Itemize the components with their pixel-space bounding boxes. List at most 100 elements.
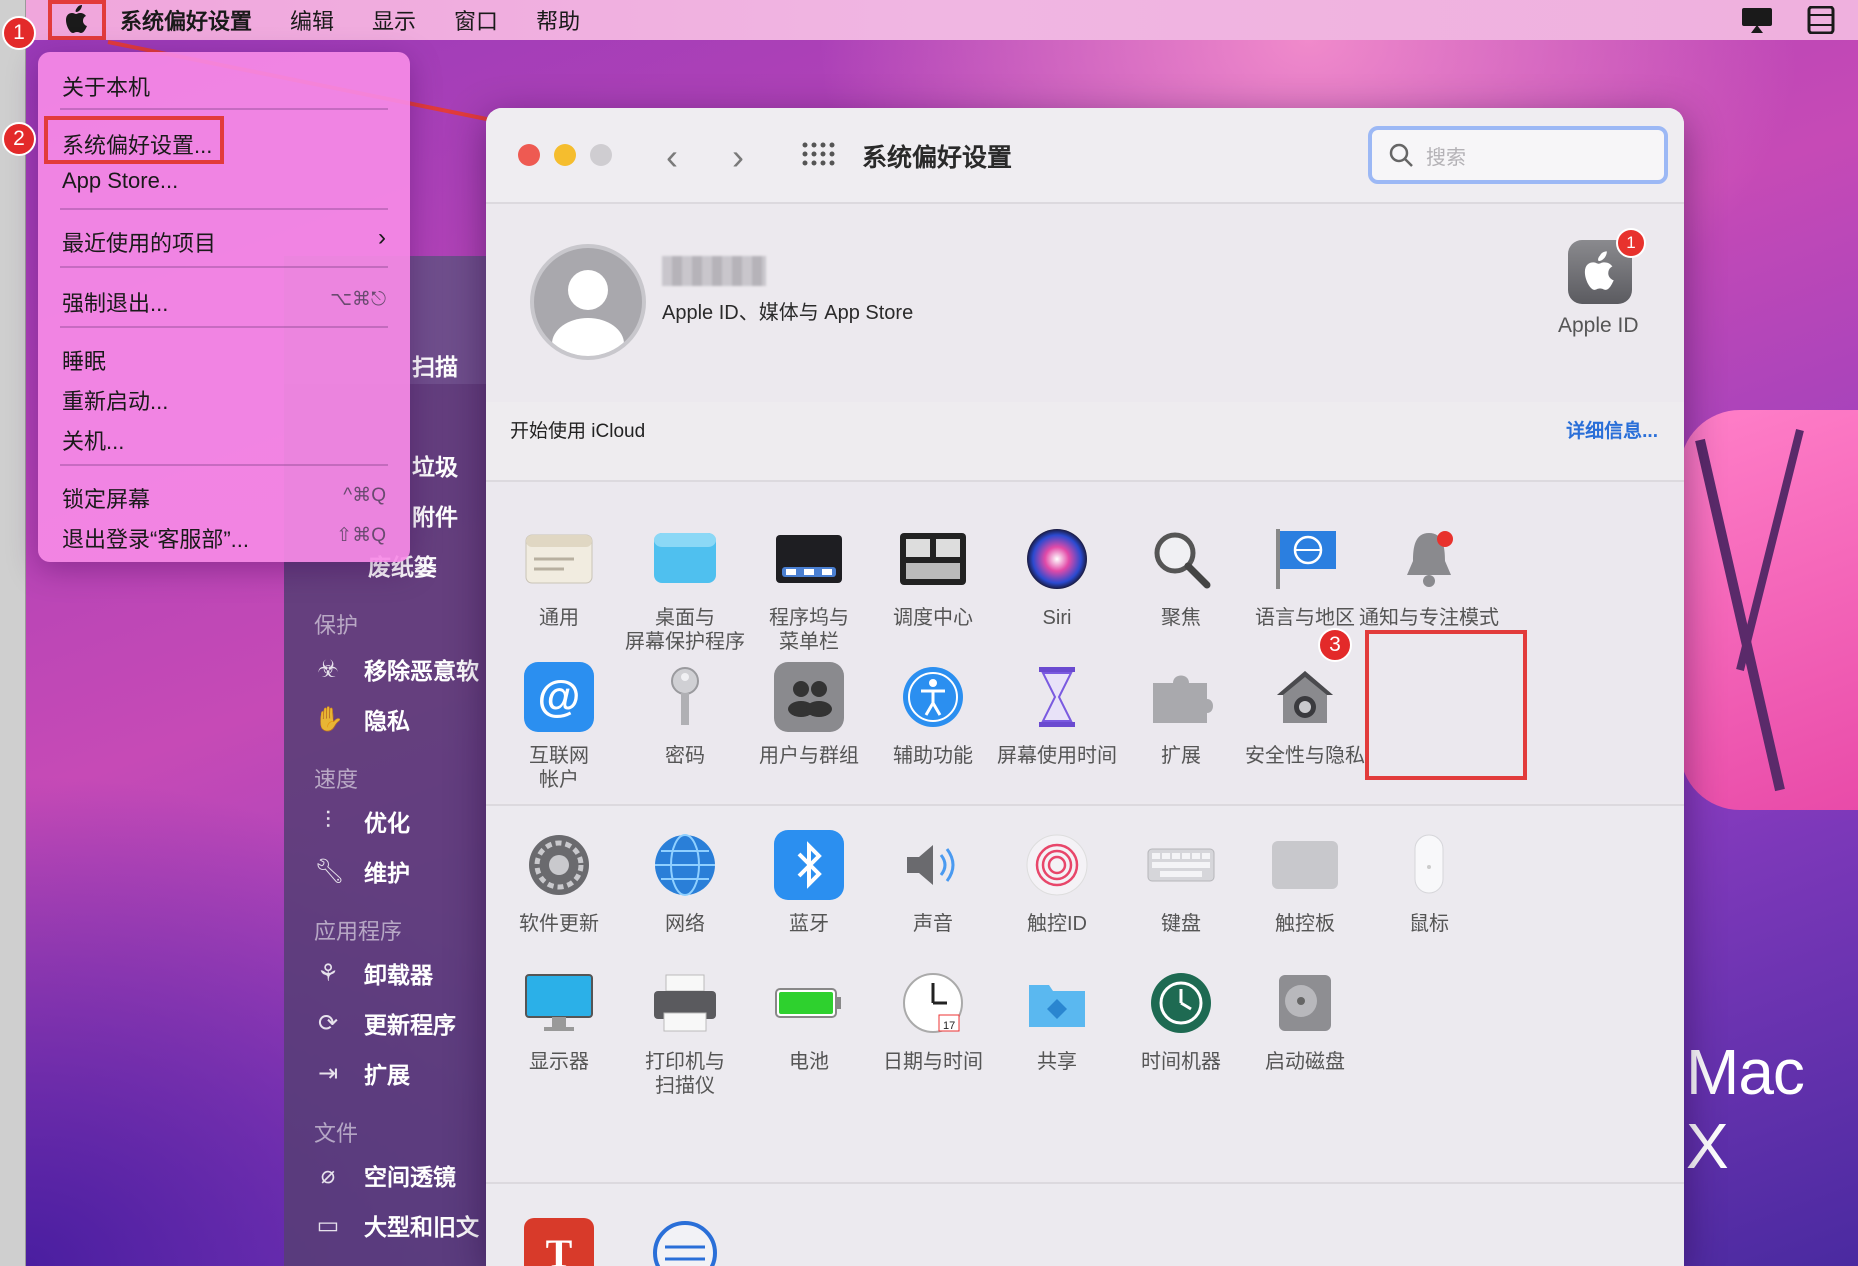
apple-logo-icon — [66, 5, 87, 33]
bg-item-privacy[interactable]: ✋ 隐私 — [314, 702, 410, 736]
step-badge-1: 1 — [2, 16, 36, 50]
uninstaller-icon: ⚘ — [317, 959, 339, 987]
step-badge-2: 2 — [2, 122, 36, 156]
bg-item-scan[interactable]: 扫描 — [412, 348, 458, 382]
pane-internet-accounts[interactable]: @ 互联网 帐户 — [486, 662, 632, 792]
bg-item-optimize[interactable]: ⫶ 优化 — [314, 804, 410, 838]
pane-displays[interactable]: 显示器 — [486, 968, 632, 1074]
search-field[interactable]: 搜索 — [1368, 126, 1668, 184]
menubar-status-icons — [1740, 6, 1838, 34]
bg-item-extensions[interactable]: ⇥ 扩展 — [314, 1056, 410, 1090]
menu-shutdown[interactable]: 关机... — [62, 424, 124, 456]
bg-item-uninstaller[interactable]: ⚘ 卸载器 — [314, 956, 433, 990]
back-arrow-icon[interactable]: ‹ — [666, 136, 678, 178]
pane-general[interactable]: 通用 — [486, 524, 632, 630]
extension-icon: ⇥ — [317, 1059, 339, 1087]
trackpad-icon — [1270, 830, 1340, 900]
house-lock-icon — [1270, 662, 1340, 732]
bg-item-space-lens-label: 空间透镜 — [364, 1164, 456, 1190]
pane-software-update-label: 软件更新 — [519, 913, 599, 935]
menu-about-this-mac[interactable]: 关于本机 — [62, 70, 150, 102]
menu-separator — [60, 326, 388, 328]
accessibility-icon — [898, 662, 968, 732]
globe-app-icon — [650, 1218, 720, 1266]
menu-window[interactable]: 窗口 — [454, 4, 498, 36]
pane-security-label: 安全性与隐私 — [1245, 745, 1365, 767]
show-all-grid-icon[interactable] — [802, 142, 836, 166]
users-icon — [774, 662, 844, 732]
time-machine-icon — [1146, 968, 1216, 1038]
disk-icon — [1270, 968, 1340, 1038]
wrench-icon: 🔧︎ — [314, 857, 345, 885]
printer-icon — [650, 968, 720, 1038]
forward-arrow-icon[interactable]: › — [732, 136, 744, 178]
menu-bar: 系统偏好设置 编辑 显示 窗口 帮助 — [26, 0, 1858, 40]
menu-separator — [60, 266, 388, 268]
key-icon — [650, 662, 720, 732]
hand-icon: ✋ — [314, 705, 344, 733]
window-titlebar: ‹ › 系统偏好设置 搜索 — [486, 108, 1684, 204]
pane-third-party-1[interactable]: T — [486, 1218, 632, 1266]
update-arrow-icon: ⟳ — [317, 1009, 339, 1037]
pane-security-privacy[interactable]: 安全性与隐私 — [1232, 662, 1378, 768]
puzzle-piece-icon — [1146, 662, 1216, 732]
menu-sleep[interactable]: 睡眠 — [62, 344, 106, 376]
bg-item-attachments[interactable]: 附件 — [412, 498, 458, 532]
pane-notifications[interactable]: 通知与专注模式 — [1356, 524, 1502, 630]
menu-force-quit[interactable]: 强制退出... — [62, 286, 168, 318]
screen-mirroring-icon[interactable] — [1740, 6, 1774, 34]
window-title: 系统偏好设置 — [862, 144, 1013, 172]
pane-mouse[interactable]: 鼠标 — [1356, 830, 1502, 936]
bg-item-updater[interactable]: ⟳ 更新程序 — [314, 1006, 456, 1040]
menu-recent-items[interactable]: 最近使用的项目 — [62, 226, 216, 258]
menu-help[interactable]: 帮助 — [536, 4, 580, 36]
menu-view[interactable]: 显示 — [372, 4, 416, 36]
sliders-icon: ⫶ — [325, 807, 331, 834]
gear-icon — [524, 830, 594, 900]
flag-globe-icon — [1270, 524, 1340, 594]
bg-item-maintain-label: 维护 — [364, 860, 410, 886]
menu-log-out[interactable]: 退出登录“客服部”... — [62, 522, 249, 554]
folder-icon: ▭ — [316, 1211, 340, 1239]
bg-item-malware[interactable]: ☣ 移除恶意软 — [314, 652, 479, 686]
pane-startup-disk[interactable]: 启动磁盘 — [1232, 968, 1378, 1074]
menu-app-store[interactable]: App Store... — [62, 168, 178, 194]
app-icon-partial[interactable] — [1680, 410, 1858, 810]
close-button[interactable] — [518, 144, 540, 166]
bg-item-optimize-label: 优化 — [364, 810, 410, 836]
bg-item-large-old[interactable]: ▭ 大型和旧文 — [314, 1208, 479, 1242]
highlight-box-security — [1365, 630, 1527, 780]
display-icon — [524, 968, 594, 1038]
menu-edit[interactable]: 编辑 — [290, 4, 334, 36]
bg-item-maintain[interactable]: 🔧︎ 维护 — [314, 854, 410, 888]
minimize-button[interactable] — [554, 144, 576, 166]
bg-item-space-lens[interactable]: ⌀ 空间透镜 — [314, 1158, 456, 1192]
menu-lock-screen[interactable]: 锁定屏幕 — [62, 482, 150, 514]
user-avatar[interactable] — [530, 244, 646, 360]
pane-software-update[interactable]: 软件更新 — [486, 830, 632, 936]
bg-section-speed: 速度 — [314, 767, 359, 792]
menu-separator — [60, 464, 388, 466]
user-silhouette-icon — [552, 270, 624, 356]
bg-item-large-old-label: 大型和旧文 — [364, 1214, 479, 1240]
bg-item-extensions-label: 扩展 — [364, 1062, 410, 1088]
t-app-icon: T — [524, 1218, 594, 1266]
details-link[interactable]: 详细信息... — [1566, 416, 1658, 443]
film-strip-icon[interactable] — [1804, 6, 1838, 34]
desktop-icon — [650, 524, 720, 594]
menu-restart[interactable]: 重新启动... — [62, 384, 168, 416]
bg-item-junk[interactable]: 垃圾 — [412, 448, 458, 482]
apple-menu-button[interactable] — [48, 0, 106, 40]
app-icon-graphic — [1695, 429, 1804, 792]
pane-internet-label: 互联网 帐户 — [529, 745, 589, 791]
menu-sysprefs[interactable]: 系统偏好设置 — [120, 4, 252, 36]
zoom-button[interactable] — [590, 144, 612, 166]
icloud-banner — [486, 402, 1684, 482]
pane-third-party-2[interactable] — [612, 1218, 758, 1266]
bluetooth-icon — [774, 830, 844, 900]
lock-shortcut: ^⌘Q — [343, 485, 386, 506]
keyboard-icon — [1146, 830, 1216, 900]
fingerprint-icon — [1022, 830, 1092, 900]
lens-icon: ⌀ — [320, 1161, 336, 1189]
apple-id-notification-badge: 1 — [1616, 228, 1646, 258]
